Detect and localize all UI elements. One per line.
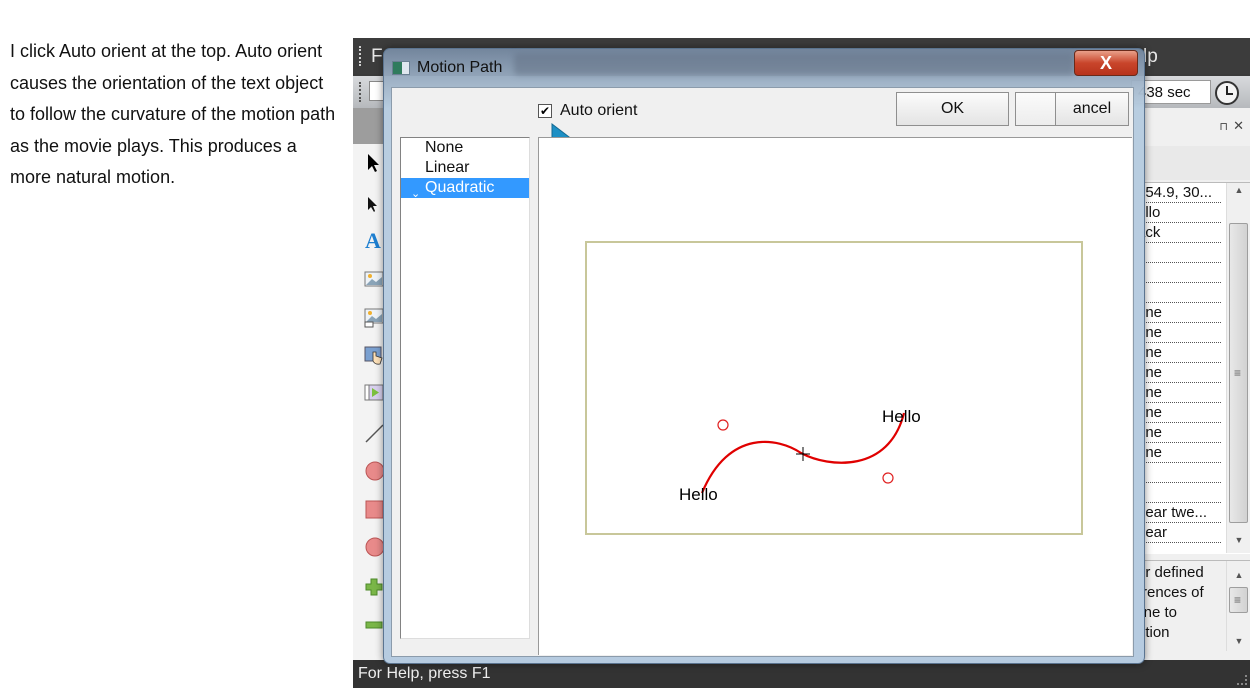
control-point-handle[interactable] (717, 419, 729, 431)
path-type-quadratic-label: Quadratic (425, 179, 495, 196)
property-row[interactable]: one (1133, 363, 1221, 383)
selection-chevron-icon: ⌄ (411, 188, 421, 200)
remove-point-icon[interactable] (363, 614, 385, 636)
shape-tool-icon[interactable] (363, 536, 385, 558)
title-bar-glass (514, 53, 1074, 75)
line-tool-icon[interactable] (363, 422, 385, 444)
scroll-up-icon[interactable]: ▲ (1227, 185, 1250, 201)
property-row[interactable]: near (1133, 523, 1221, 543)
property-row[interactable]: one (1133, 443, 1221, 463)
image-tool-icon[interactable] (363, 268, 385, 290)
menubar-grip[interactable] (359, 46, 362, 66)
motion-path-preview: Hello Hello (538, 137, 1132, 655)
path-type-none[interactable]: None (401, 138, 529, 158)
auto-orient-checkbox[interactable]: ✔ Auto orient (538, 102, 637, 120)
dialog-close-button[interactable]: X (1074, 50, 1138, 76)
panel-close-icon[interactable]: ✕ (1233, 118, 1244, 134)
clock-icon[interactable] (1215, 81, 1239, 105)
property-row[interactable]: one (1133, 343, 1221, 363)
checkbox-check-icon[interactable]: ✔ (538, 104, 552, 118)
toolbar-grip[interactable] (359, 82, 362, 102)
path-type-quadratic[interactable]: ⌄ Quadratic (401, 178, 529, 200)
stage-frame (585, 241, 1083, 535)
dialog-title: Motion Path (417, 59, 503, 76)
end-text-object[interactable]: Hello (882, 407, 921, 426)
path-type-list[interactable]: None Linear ⌄ Quadratic (400, 137, 530, 639)
property-row[interactable]: one (1133, 403, 1221, 423)
dialog-window-icon (392, 61, 410, 75)
tutorial-caption: I click Auto orient at the top. Auto ori… (10, 41, 336, 187)
subselect-arrow-icon[interactable] (363, 194, 385, 216)
svg-text:A: A (365, 228, 381, 250)
property-row[interactable]: ello (1133, 203, 1221, 223)
properties-scrollbar[interactable]: ▲ ▼ (1226, 183, 1250, 553)
add-point-icon[interactable] (363, 576, 385, 598)
property-row[interactable] (1133, 463, 1221, 483)
status-bar: For Help, press F1 (353, 660, 1250, 688)
preview-canvas: Hello Hello (585, 241, 1083, 535)
auto-orient-label[interactable]: Auto orient (560, 102, 637, 120)
menu-help-partial[interactable]: lp (1143, 46, 1158, 68)
property-row[interactable]: one (1133, 423, 1221, 443)
property-row[interactable] (1133, 243, 1221, 263)
ok-button[interactable]: OK (896, 92, 1009, 126)
dialog-body: ✔ Auto orient OK ancel None Linear ⌄ Qua… (391, 87, 1134, 657)
cancel-label: ancel (1072, 100, 1112, 117)
text-tool-icon[interactable]: A (363, 228, 385, 250)
property-row[interactable]: one (1133, 303, 1221, 323)
properties-panel: ⊓ ✕ 554.9, 30... ello ack o one one one … (1133, 108, 1250, 660)
movie-clip-tool-icon[interactable] (363, 382, 385, 404)
scroll-thumb[interactable] (1229, 223, 1248, 523)
description-scrollbar[interactable]: ▲ ▼ (1226, 561, 1250, 651)
property-row[interactable]: o (1133, 483, 1221, 503)
properties-panel-toolbar (1133, 146, 1250, 180)
scroll-down-icon[interactable]: ▼ (1227, 535, 1250, 551)
motion-path-dialog: Motion Path X ✔ Auto orient OK ancel Non… (383, 48, 1145, 664)
property-row[interactable] (1133, 263, 1221, 283)
ellipse-tool-icon[interactable] (363, 460, 385, 482)
property-description: er defined rrences of line to otion ▲ ▼ (1133, 560, 1250, 652)
property-row[interactable]: ack (1133, 223, 1221, 243)
property-row[interactable]: one (1133, 383, 1221, 403)
property-row[interactable]: o (1133, 283, 1221, 303)
scroll-up-icon[interactable]: ▲ (1227, 565, 1250, 581)
path-midpoint-crosshair-icon[interactable] (796, 447, 810, 461)
properties-grid: 554.9, 30... ello ack o one one one one … (1133, 182, 1250, 554)
menu-file-partial[interactable]: F (371, 46, 383, 68)
property-row[interactable]: one (1133, 323, 1221, 343)
select-arrow-icon[interactable] (363, 152, 385, 174)
button-tool-icon[interactable] (363, 344, 385, 366)
property-row[interactable]: near twe... (1133, 503, 1221, 523)
scroll-thumb[interactable] (1229, 587, 1248, 613)
path-type-linear[interactable]: Linear (401, 158, 529, 178)
pin-icon[interactable]: ⊓ (1219, 120, 1228, 133)
properties-panel-header: ⊓ ✕ (1133, 108, 1250, 146)
property-row[interactable]: 554.9, 30... (1133, 183, 1221, 203)
cancel-button[interactable]: ancel (1015, 92, 1129, 126)
rectangle-tool-icon[interactable] (363, 498, 385, 520)
scroll-down-icon[interactable]: ▼ (1227, 631, 1250, 647)
control-point-handle[interactable] (882, 472, 894, 484)
resize-grip[interactable] (1237, 675, 1247, 685)
start-text-object[interactable]: Hello (679, 485, 718, 504)
status-text: For Help, press F1 (358, 665, 491, 682)
movie-image-tool-icon[interactable] (363, 306, 385, 328)
